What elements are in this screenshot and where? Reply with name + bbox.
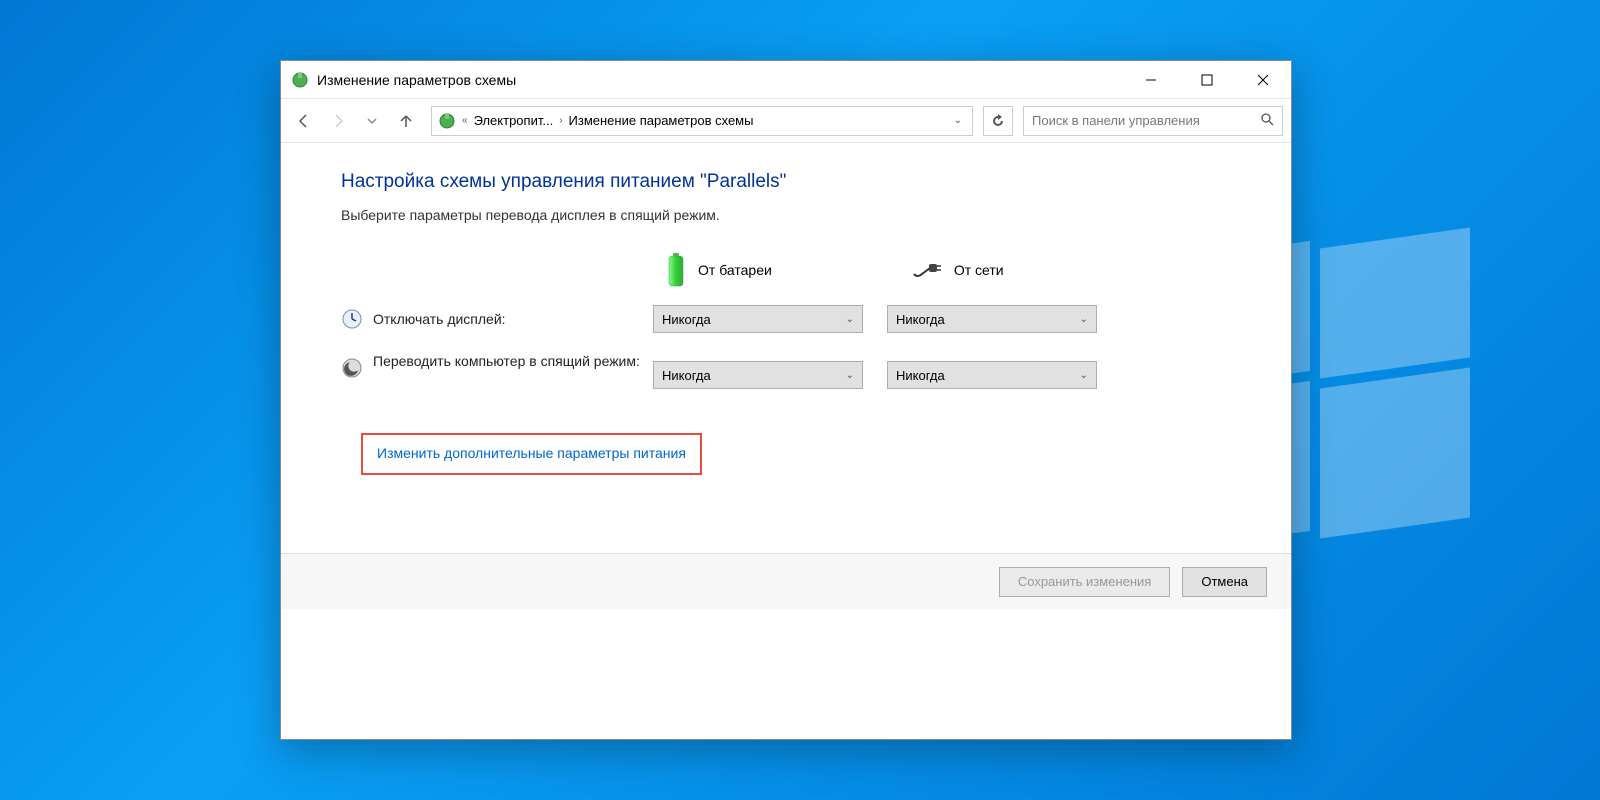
select-value: Никогда (662, 368, 846, 383)
display-off-battery-select[interactable]: Никогда ⌄ (653, 305, 863, 333)
breadcrumb-chevron-icon: › (559, 115, 562, 126)
breadcrumb-parent[interactable]: Электропит... (474, 113, 554, 128)
minimize-icon (1145, 74, 1157, 86)
search-input[interactable]: Поиск в панели управления (1023, 106, 1283, 136)
navbar: « Электропит... › Изменение параметров с… (281, 99, 1291, 143)
up-button[interactable] (391, 106, 421, 136)
sleep-plugged-select[interactable]: Никогда ⌄ (887, 361, 1097, 389)
sleep-label: Переводить компьютер в спящий режим: (373, 353, 653, 369)
maximize-button[interactable] (1179, 61, 1235, 98)
columns-header: От батареи От сети (341, 253, 1231, 287)
recent-button[interactable] (357, 106, 387, 136)
advanced-link-highlight: Изменить дополнительные параметры питани… (361, 433, 702, 475)
button-bar: Сохранить изменения Отмена (281, 553, 1291, 609)
forward-icon (330, 113, 346, 129)
sleep-row: Переводить компьютер в спящий режим: Ник… (341, 353, 1231, 389)
breadcrumb-sep-icon: « (462, 115, 468, 126)
sleep-icon (341, 357, 363, 379)
display-icon (341, 308, 363, 330)
chevron-down-icon (367, 116, 377, 126)
select-value: Никогда (662, 312, 846, 327)
control-panel-window: Изменение параметров схемы (280, 60, 1292, 740)
battery-icon (666, 253, 686, 287)
plug-icon (912, 260, 942, 280)
battery-label: От батареи (698, 262, 772, 278)
display-off-label: Отключать дисплей: (373, 311, 653, 327)
close-icon (1257, 74, 1269, 86)
refresh-icon (991, 114, 1005, 128)
save-button: Сохранить изменения (999, 567, 1171, 597)
page-subtitle: Выберите параметры перевода дисплея в сп… (341, 207, 1231, 223)
titlebar: Изменение параметров схемы (281, 61, 1291, 99)
display-off-plugged-select[interactable]: Никогда ⌄ (887, 305, 1097, 333)
minimize-button[interactable] (1123, 61, 1179, 98)
cancel-button-label: Отмена (1201, 574, 1248, 589)
chevron-down-icon: ⌄ (846, 314, 854, 325)
plugged-label: От сети (954, 262, 1004, 278)
content-area: Настройка схемы управления питанием "Par… (281, 143, 1291, 553)
power-options-icon (291, 71, 309, 89)
breadcrumb[interactable]: « Электропит... › Изменение параметров с… (431, 106, 973, 136)
cancel-button[interactable]: Отмена (1182, 567, 1267, 597)
power-options-icon (438, 112, 456, 130)
display-off-row: Отключать дисплей: Никогда ⌄ Никогда ⌄ (341, 305, 1231, 333)
up-icon (398, 113, 414, 129)
back-icon (296, 113, 312, 129)
maximize-icon (1201, 74, 1213, 86)
back-button[interactable] (289, 106, 319, 136)
plugged-column-header: От сети (912, 260, 1004, 280)
advanced-settings-link[interactable]: Изменить дополнительные параметры питани… (377, 445, 686, 461)
select-value: Никогда (896, 312, 1080, 327)
chevron-down-icon: ⌄ (1080, 370, 1088, 381)
breadcrumb-dropdown-icon[interactable]: ⌄ (950, 115, 966, 126)
search-icon (1260, 112, 1274, 129)
search-placeholder: Поиск в панели управления (1032, 113, 1260, 128)
page-title: Настройка схемы управления питанием "Par… (341, 171, 1231, 193)
select-value: Никогда (896, 368, 1080, 383)
save-button-label: Сохранить изменения (1018, 574, 1152, 589)
close-button[interactable] (1235, 61, 1291, 98)
forward-button (323, 106, 353, 136)
sleep-battery-select[interactable]: Никогда ⌄ (653, 361, 863, 389)
battery-column-header: От батареи (666, 253, 772, 287)
breadcrumb-current[interactable]: Изменение параметров схемы (569, 113, 754, 128)
chevron-down-icon: ⌄ (846, 370, 854, 381)
chevron-down-icon: ⌄ (1080, 314, 1088, 325)
refresh-button[interactable] (983, 106, 1013, 136)
window-title: Изменение параметров схемы (317, 72, 1123, 88)
